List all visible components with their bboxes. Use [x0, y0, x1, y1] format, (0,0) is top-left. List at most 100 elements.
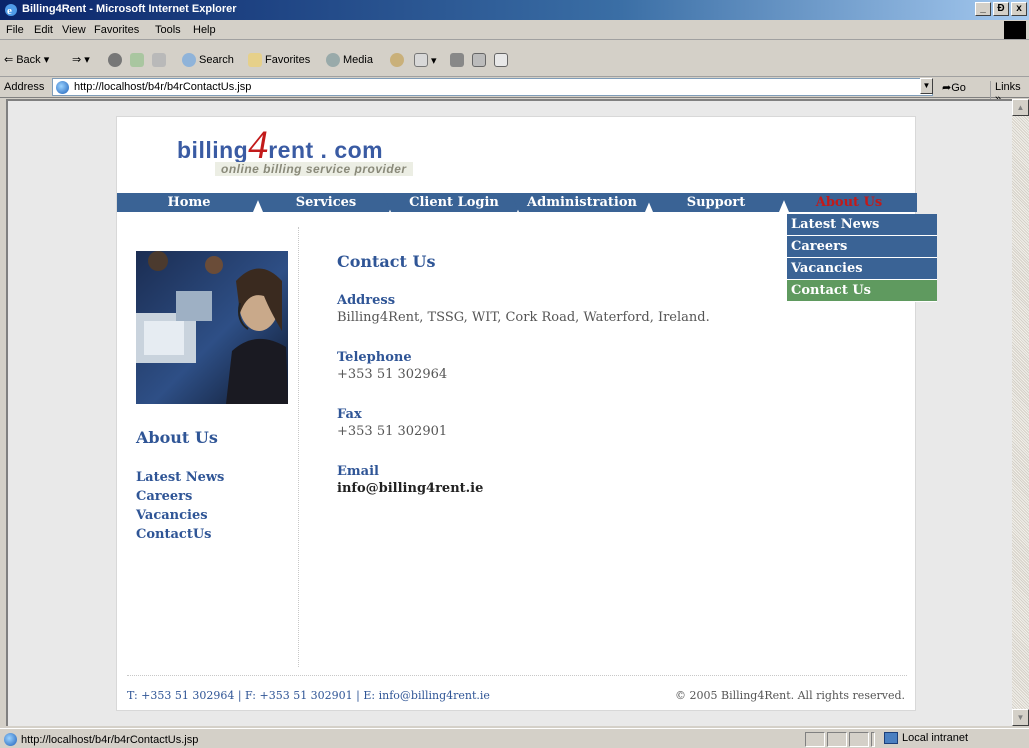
address-heading: Address [337, 293, 396, 308]
history-icon [390, 53, 404, 67]
toolbar: ⇐ Back ▾ ⇒ ▾ Search Favorites Media ▾ [0, 41, 1029, 77]
column-divider [298, 227, 299, 667]
logo-billing: billing [177, 137, 249, 163]
discuss-button[interactable] [494, 53, 508, 67]
maximize-button[interactable]: Ɖ [993, 2, 1009, 16]
title-bar: e Billing4Rent - Microsoft Internet Expl… [0, 0, 1029, 20]
favorites-button[interactable]: Favorites [248, 53, 310, 67]
forward-arrow-icon: ⇒ [72, 54, 82, 66]
go-label: Go [951, 82, 966, 94]
forward-button[interactable]: ⇒ ▾ [72, 53, 90, 66]
nav-administration[interactable]: Administration [511, 193, 653, 212]
favorites-label: Favorites [265, 54, 311, 66]
media-button[interactable]: Media [326, 53, 373, 67]
page-icon [4, 733, 17, 746]
close-button[interactable]: x [1011, 2, 1027, 16]
print-icon [450, 53, 464, 67]
go-button[interactable]: ➦Go [942, 81, 966, 94]
nav-client-login[interactable]: Client Login [383, 193, 525, 212]
sidebar-item-careers[interactable]: Careers [136, 487, 224, 506]
status-url: http://localhost/b4r/b4rContactUs.jsp [4, 733, 198, 746]
vertical-scrollbar[interactable]: ▲ ▼ [1012, 99, 1029, 726]
dropdown-contact-us[interactable]: Contact Us [787, 280, 937, 302]
sidebar-title: About Us [136, 428, 218, 447]
menu-view[interactable]: View [62, 24, 86, 36]
footer-contact: T: +353 51 302964 | F: +353 51 302901 | … [127, 689, 490, 702]
security-zone: Local intranet [884, 732, 968, 744]
menu-tools[interactable]: Tools [155, 24, 181, 36]
chevron-down-icon: ▾ [43, 54, 50, 66]
status-panel [805, 732, 825, 747]
address-value: Billing4Rent, TSSG, WIT, Cork Road, Wate… [337, 310, 710, 325]
sidebar-item-latest-news[interactable]: Latest News [136, 468, 224, 487]
windows-logo-icon [1004, 21, 1026, 39]
chevron-down-icon: ▾ [84, 54, 90, 66]
footer-copyright: © 2005 Billing4Rent. All rights reserved… [675, 689, 905, 702]
address-input[interactable]: http://localhost/b4r/b4rContactUs.jsp [52, 78, 933, 96]
menu-edit[interactable]: Edit [34, 24, 53, 36]
go-arrow-icon: ➦ [942, 82, 952, 94]
site-logo[interactable]: billing4rent . com online billing servic… [177, 125, 413, 176]
chevron-down-icon: ▾ [431, 54, 437, 67]
home-icon [152, 53, 166, 67]
about-us-dropdown: Latest News Careers Vacancies Contact Us [787, 214, 937, 302]
browser-viewport: billing4rent . com online billing servic… [6, 99, 1012, 726]
back-button[interactable]: ⇐ Back ▾ [4, 53, 50, 67]
refresh-icon [130, 53, 144, 67]
logo-tagline: online billing service provider [215, 162, 413, 176]
status-panel [871, 732, 875, 747]
telephone-heading: Telephone [337, 350, 412, 365]
media-label: Media [343, 54, 373, 66]
history-button[interactable] [390, 53, 404, 67]
email-heading: Email [337, 464, 379, 479]
scroll-down-button[interactable]: ▼ [1012, 709, 1029, 726]
home-button[interactable] [152, 53, 166, 67]
status-panel [827, 732, 847, 747]
edit-button[interactable] [472, 53, 486, 67]
sidebar-item-contact-us[interactable]: ContactUs [136, 525, 224, 544]
internet-explorer-icon: e [5, 4, 17, 17]
page-icon [56, 81, 69, 94]
media-icon [326, 53, 340, 67]
edit-icon [472, 53, 486, 67]
telephone-value: +353 51 302964 [337, 367, 448, 382]
sidebar-item-vacancies[interactable]: Vacancies [136, 506, 224, 525]
menu-favorites[interactable]: Favorites [94, 24, 139, 36]
search-button[interactable]: Search [182, 53, 234, 67]
back-arrow-icon: ⇐ [4, 54, 14, 66]
menu-help[interactable]: Help [193, 24, 216, 36]
stop-button[interactable] [108, 53, 122, 67]
fax-value: +353 51 302901 [337, 424, 448, 439]
svg-text:e: e [7, 5, 12, 17]
address-url: http://localhost/b4r/b4rContactUs.jsp [74, 81, 252, 93]
zone-label: Local intranet [902, 732, 969, 744]
discuss-icon [494, 53, 508, 67]
back-label: Back [16, 53, 41, 66]
dropdown-careers[interactable]: Careers [787, 236, 937, 258]
refresh-button[interactable] [130, 53, 144, 67]
search-label: Search [199, 54, 234, 66]
logo-rent: rent . com [268, 137, 384, 163]
nav-services[interactable]: Services [255, 193, 397, 212]
page-title: Contact Us [337, 252, 436, 271]
dropdown-latest-news[interactable]: Latest News [787, 214, 937, 236]
print-button[interactable] [450, 53, 464, 67]
logo-four: 4 [248, 122, 269, 167]
address-label: Address [4, 81, 45, 93]
search-icon [182, 53, 196, 67]
menu-file[interactable]: File [6, 24, 24, 36]
nav-support[interactable]: Support [645, 193, 787, 212]
stop-icon [108, 53, 122, 67]
scroll-up-button[interactable]: ▲ [1012, 99, 1029, 116]
nav-home[interactable]: Home [117, 193, 261, 212]
status-text: http://localhost/b4r/b4rContactUs.jsp [21, 733, 199, 746]
email-value[interactable]: info@billing4rent.ie [337, 480, 767, 497]
address-dropdown-button[interactable]: ▼ [920, 78, 933, 94]
minimize-button[interactable]: _ [975, 2, 991, 16]
dropdown-vacancies[interactable]: Vacancies [787, 258, 937, 280]
mail-icon [414, 53, 428, 67]
menu-bar: File Edit View Favorites Tools Help [0, 20, 1029, 40]
nav-about-us[interactable]: About Us [781, 193, 917, 212]
mail-button[interactable]: ▾ [414, 53, 437, 67]
contact-content: Contact Us Address Billing4Rent, TSSG, W… [337, 252, 767, 520]
